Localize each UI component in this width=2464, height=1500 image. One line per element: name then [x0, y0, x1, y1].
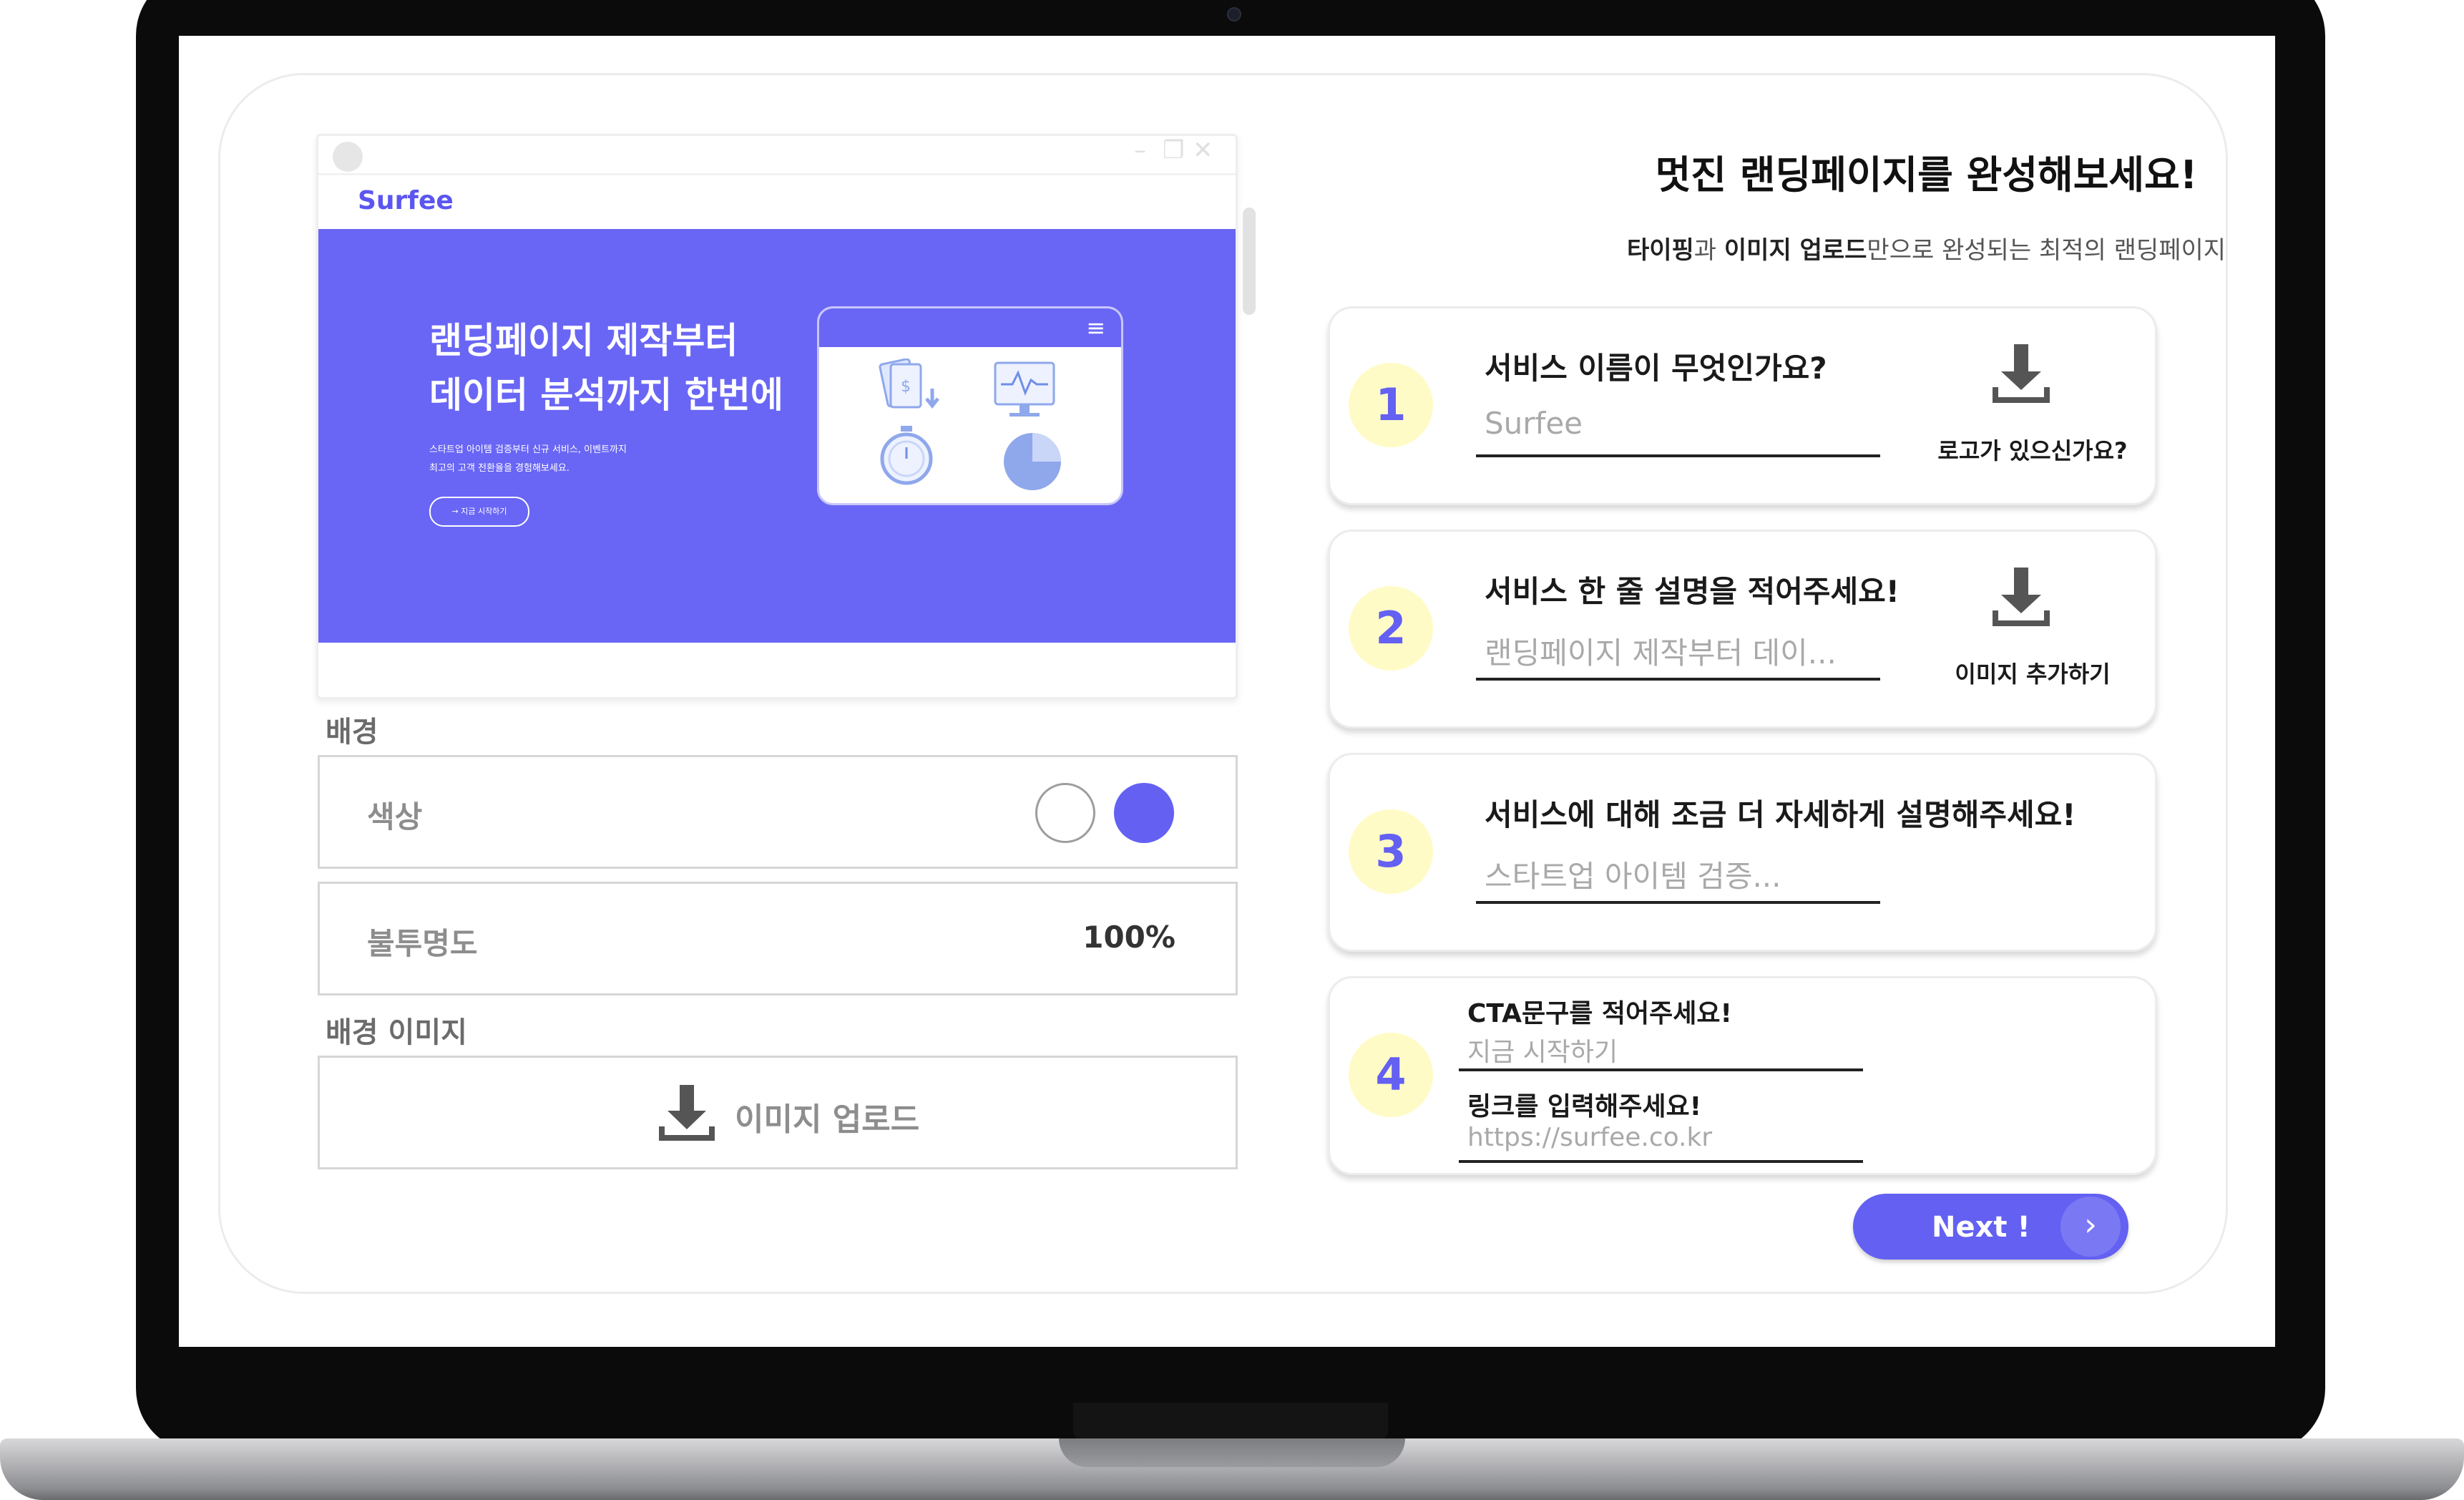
input-underline — [1459, 1160, 1863, 1163]
download-icon — [659, 1085, 715, 1141]
window-dot — [333, 142, 363, 172]
link-question: 링크를 입력해주세요! — [1467, 1092, 1702, 1121]
image-upload-label: 이미지 업로드 — [735, 1101, 920, 1138]
preview-scrollbar[interactable] — [1243, 208, 1256, 315]
next-button[interactable]: Next ! › — [1853, 1194, 2128, 1260]
hero-description: 스타트업 아이템 검증부터 신규 서비스, 이벤트까지 최고의 고객 전환율을 … — [429, 444, 627, 474]
opacity-label: 불투명도 — [367, 926, 478, 961]
color-label: 색상 — [367, 799, 423, 834]
subtitle-emphasis-upload: 이미지 업로드 — [1724, 236, 1867, 265]
service-description-input[interactable]: 랜딩페이지 제작부터 데이... — [1485, 629, 1837, 673]
add-image-label[interactable]: 이미지 추가하기 — [1925, 656, 2140, 689]
window-divider — [318, 173, 1236, 175]
opacity-setting-row[interactable]: 불투명도 100% — [318, 882, 1238, 995]
money-icon: $ — [879, 359, 939, 409]
step-question: 서비스에 대해 조금 더 자세하게 설명해주세요! — [1485, 797, 2076, 832]
step-card-1: 1 서비스 이름이 무엇인가요? Surfee 로고가 있으신가요? — [1328, 306, 2157, 505]
laptop-hinge — [1073, 1403, 1388, 1438]
preview-brand-logo: Surfee — [358, 186, 454, 215]
logo-upload-label[interactable]: 로고가 있으신가요? — [1925, 433, 2140, 466]
hero-cta-button[interactable]: → 지금 시작하기 — [429, 497, 529, 527]
download-icon[interactable] — [1990, 566, 2053, 628]
service-detail-input[interactable]: 스타트업 아이템 검증... — [1485, 852, 1781, 896]
step-number-badge: 1 — [1349, 363, 1433, 447]
page-title: 멋진 랜딩페이지를 완성해보세요! — [1655, 152, 2198, 198]
image-upload-button[interactable]: 이미지 업로드 — [318, 1056, 1238, 1169]
input-underline — [1459, 1068, 1863, 1071]
laptop-notch — [1059, 1438, 1405, 1467]
color-setting-row: 색상 — [318, 755, 1238, 869]
close-icon[interactable]: ✕ — [1193, 136, 1213, 165]
camera-icon — [1227, 7, 1241, 21]
step-question: 서비스 이름이 무엇인가요? — [1485, 351, 1827, 386]
subtitle-text: 과 — [1693, 236, 1724, 265]
cta-text-input[interactable]: 지금 시작하기 — [1467, 1031, 1618, 1068]
step-card-4: 4 CTA문구를 적어주세요! 지금 시작하기 링크를 입력해주세요! http… — [1328, 976, 2157, 1175]
step-number-badge: 2 — [1349, 586, 1433, 671]
subtitle-text: 만으로 완성되는 최적의 랜딩페이지 — [1867, 236, 2226, 265]
service-name-input[interactable]: Surfee — [1485, 406, 1583, 441]
landing-preview-window: – ❐ ✕ Surfee 랜딩페이지 제작부터 데이터 분석까지 한번에 스타트… — [316, 134, 1238, 699]
pie-chart-icon — [1004, 433, 1061, 490]
stopwatch-icon — [880, 426, 933, 485]
illustration-header — [819, 308, 1121, 347]
step-number-badge: 4 — [1349, 1033, 1433, 1117]
background-image-section-label: 배경 이미지 — [326, 1016, 467, 1049]
step-card-2: 2 서비스 한 줄 설명을 적어주세요! 랜딩페이지 제작부터 데이... 이미… — [1328, 530, 2157, 729]
chevron-right-icon: › — [2060, 1197, 2121, 1257]
step-number-badge: 3 — [1349, 809, 1433, 894]
color-swatch-white[interactable] — [1035, 783, 1095, 843]
laptop-screen: – ❐ ✕ Surfee 랜딩페이지 제작부터 데이터 분석까지 한번에 스타트… — [179, 36, 2275, 1347]
page-subtitle: 타이핑과 이미지 업로드만으로 완성되는 최적의 랜딩페이지 — [1467, 230, 2275, 266]
hamburger-menu-icon: ≡ — [1086, 314, 1105, 341]
step-card-3: 3 서비스에 대해 조금 더 자세하게 설명해주세요! 스타트업 아이템 검증.… — [1328, 753, 2157, 952]
background-section-label: 배경 — [326, 716, 378, 749]
svg-text:$: $ — [901, 378, 911, 396]
link-url-input[interactable]: https://surfee.co.kr — [1467, 1123, 1712, 1152]
opacity-value[interactable]: 100% — [1082, 920, 1175, 955]
input-underline — [1476, 678, 1880, 681]
hero-title: 랜딩페이지 제작부터 데이터 분석까지 한번에 — [429, 320, 783, 416]
next-button-label: Next ! — [1932, 1211, 2030, 1244]
minimize-icon[interactable]: – — [1134, 136, 1146, 165]
subtitle-emphasis-typing: 타이핑 — [1626, 236, 1694, 265]
input-underline — [1476, 454, 1880, 457]
monitor-chart-icon — [994, 361, 1055, 417]
step-question: 서비스 한 줄 설명을 적어주세요! — [1485, 574, 1900, 609]
hero-illustration: ≡ $ — [817, 306, 1123, 505]
preview-hero: 랜딩페이지 제작부터 데이터 분석까지 한번에 스타트업 아이템 검증부터 신규… — [318, 229, 1236, 643]
input-underline — [1476, 901, 1880, 904]
restore-icon[interactable]: ❐ — [1163, 136, 1184, 165]
cta-question: CTA문구를 적어주세요! — [1467, 999, 1732, 1028]
download-icon[interactable] — [1990, 343, 2053, 404]
color-swatch-purple[interactable] — [1114, 783, 1174, 843]
